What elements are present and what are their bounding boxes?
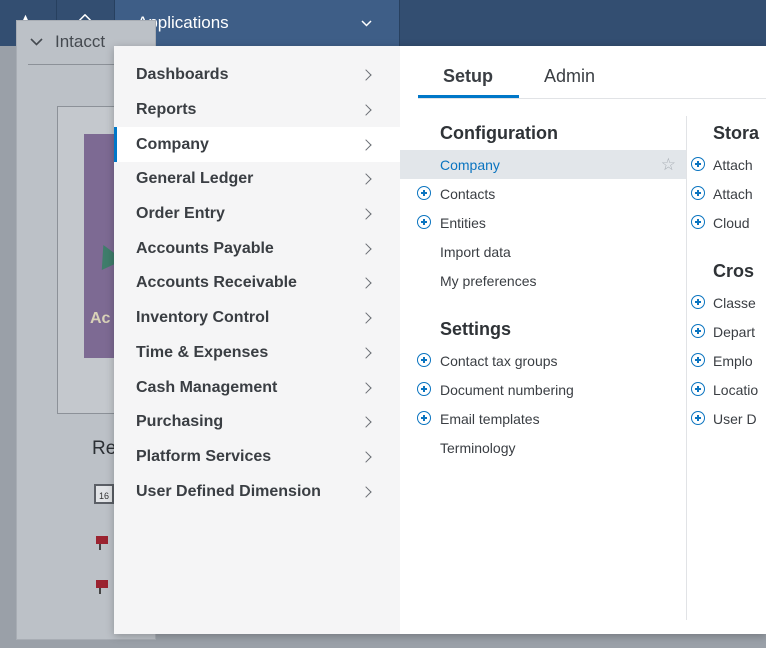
chevron-right-icon [360,312,372,324]
chevron-right-icon [360,347,372,359]
category-list: Dashboards Reports Company General Ledge… [114,46,400,634]
chevron-right-icon [360,69,372,82]
section-heading-cross: Cros [713,260,755,281]
category-platform-services[interactable]: Platform Services [114,440,400,475]
background-image: Ac [84,134,118,358]
menu-item-user-defined[interactable]: User D [687,404,766,433]
menu-item-import-data[interactable]: Import data [400,237,686,266]
menu-item-entities[interactable]: Entities [400,208,686,237]
setup-column-2: Stora Attach Attach Cloud Cros Classe De… [686,116,766,620]
menu-item-email-templates[interactable]: Email templates [400,404,686,433]
category-reports[interactable]: Reports [114,93,400,128]
add-icon[interactable] [417,186,431,200]
flag-icon [96,536,108,544]
add-icon[interactable] [691,324,705,338]
category-accounts-payable[interactable]: Accounts Payable [114,231,400,266]
menu-item-my-preferences[interactable]: My preferences [400,266,686,295]
applications-menu-button[interactable]: Applications [114,0,400,46]
menu-item-locations[interactable]: Locatio [687,375,766,404]
chevron-right-icon [360,485,372,498]
category-cash-management[interactable]: Cash Management [114,370,400,405]
tab-admin[interactable]: Admin [544,66,595,87]
setup-column-1: Configuration Company ☆ Contacts Entitie… [400,116,686,462]
chevron-right-icon [360,139,372,151]
add-icon[interactable] [691,295,705,309]
category-inventory-control[interactable]: Inventory Control [114,301,400,336]
add-icon[interactable] [417,382,431,396]
menu-item-contacts[interactable]: Contacts [400,179,686,208]
divider [28,64,118,65]
chevron-right-icon [360,173,372,186]
chevron-right-icon [360,208,372,220]
add-icon[interactable] [691,215,705,229]
background-section-label: Re [92,438,117,459]
section-heading-configuration: Configuration [440,122,558,143]
menu-item-cloud[interactable]: Cloud [687,208,766,237]
chevron-right-icon [360,451,372,463]
category-company[interactable]: Company [114,127,400,163]
add-icon[interactable] [691,157,705,171]
menu-item-employees[interactable]: Emplo [687,346,766,375]
category-general-ledger[interactable]: General Ledger [114,162,400,197]
calendar-icon: 16 [94,484,114,504]
image-text: Ac [90,310,111,327]
menu-item-contact-tax-groups[interactable]: Contact tax groups [400,346,686,375]
add-icon[interactable] [691,382,705,396]
menu-item-attach-1[interactable]: Attach [687,150,766,179]
chevron-down-icon [361,19,372,27]
add-icon[interactable] [417,215,431,229]
tab-setup[interactable]: Setup [443,66,493,87]
add-icon[interactable] [417,353,431,367]
section-heading-storage: Stora [713,122,760,143]
category-user-defined-dimension[interactable]: User Defined Dimension [114,474,400,509]
chevron-down-icon [30,38,43,46]
add-icon[interactable] [691,411,705,425]
favorite-star-icon[interactable]: ☆ [661,155,676,175]
applications-dropdown: Dashboards Reports Company General Ledge… [114,46,766,634]
flag-icon [96,580,108,588]
category-purchasing[interactable]: Purchasing [114,405,400,440]
menu-item-classes[interactable]: Classe [687,288,766,317]
category-accounts-receivable[interactable]: Accounts Receivable [114,266,400,301]
menu-item-attach-2[interactable]: Attach [687,179,766,208]
section-heading-settings: Settings [440,318,512,339]
background-card-title: Intacct [30,32,105,52]
chevron-right-icon [360,104,372,116]
active-tab-indicator [418,95,519,98]
chevron-right-icon [360,381,372,394]
chevron-right-icon [360,243,372,255]
add-icon[interactable] [691,353,705,367]
menu-item-departments[interactable]: Depart [687,317,766,346]
menu-item-company[interactable]: Company ☆ [400,150,686,179]
add-icon[interactable] [417,411,431,425]
category-time-expenses[interactable]: Time & Expenses [114,336,400,371]
chevron-right-icon [360,277,372,290]
menu-item-document-numbering[interactable]: Document numbering [400,375,686,404]
menu-item-terminology[interactable]: Terminology [400,433,686,462]
category-dashboards[interactable]: Dashboards [114,58,400,93]
tab-bar: Setup Admin [418,46,766,99]
category-order-entry[interactable]: Order Entry [114,197,400,232]
add-icon[interactable] [691,186,705,200]
chevron-right-icon [360,416,372,428]
